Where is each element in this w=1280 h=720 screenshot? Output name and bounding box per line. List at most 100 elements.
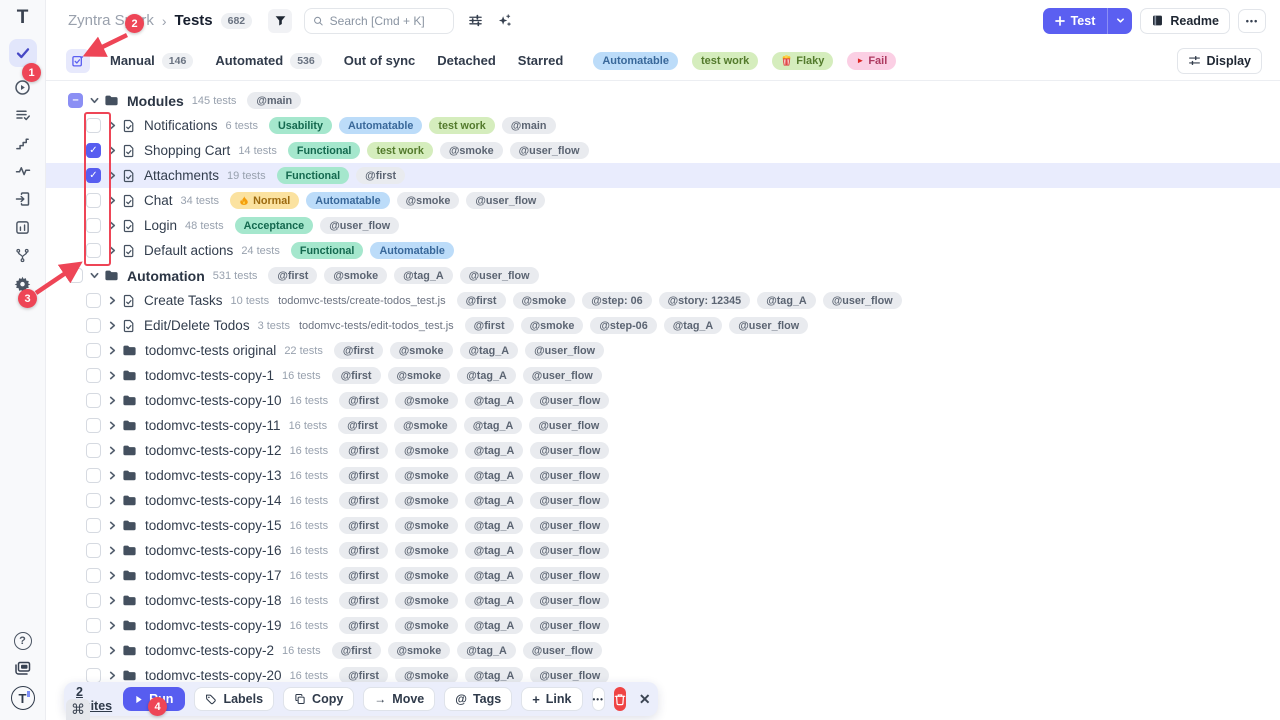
row-checkbox[interactable] (86, 518, 101, 533)
view-settings-button[interactable] (468, 13, 483, 28)
chip-automatable[interactable]: Automatable (593, 52, 678, 70)
chip-test-work[interactable]: test work (692, 52, 758, 70)
tree-row[interactable]: Automation531 tests@first@smoke@tag_A@us… (46, 263, 1280, 288)
tree-row[interactable]: todomvc-tests-copy-1116 tests@first@smok… (46, 413, 1280, 438)
chip-fail[interactable]: ►Fail (847, 52, 896, 70)
row-title[interactable]: Default actions (144, 243, 233, 258)
row-title[interactable]: Attachments (144, 168, 219, 183)
row-checkbox[interactable] (86, 493, 101, 508)
row-title[interactable]: todomvc-tests-copy-15 (145, 518, 282, 533)
sidebar-item-tests[interactable] (9, 39, 37, 67)
tree-row[interactable]: Notifications6 testsUsabilityAutomatable… (46, 113, 1280, 138)
row-title[interactable]: todomvc-tests-copy-20 (145, 668, 282, 683)
tree-row[interactable]: todomvc-tests-copy-1416 tests@first@smok… (46, 488, 1280, 513)
tags-button[interactable]: @Tags (444, 687, 512, 711)
row-checkbox[interactable] (86, 343, 101, 358)
tree-row[interactable]: Chat34 testsNormalAutomatable@smoke@user… (46, 188, 1280, 213)
run-button[interactable]: Run (123, 687, 185, 711)
sidebar-item-import[interactable] (9, 187, 37, 211)
tree-row[interactable]: –Modules145 tests@main (46, 88, 1280, 113)
chevron-right-icon[interactable] (104, 596, 120, 605)
sidebar-item-reports[interactable] (9, 215, 37, 239)
row-checkbox[interactable] (86, 368, 101, 383)
row-title[interactable]: todomvc-tests-copy-17 (145, 568, 282, 583)
row-title[interactable]: todomvc-tests-copy-14 (145, 493, 282, 508)
sidebar-item-pulse[interactable] (9, 159, 37, 183)
chevron-right-icon[interactable] (104, 446, 120, 455)
chevron-right-icon[interactable] (104, 646, 120, 655)
tree-row[interactable]: Create Tasks10 teststodomvc-tests/create… (46, 288, 1280, 313)
tree-row[interactable]: todomvc-tests-copy-1616 tests@first@smok… (46, 538, 1280, 563)
tree-row[interactable]: Login48 testsAcceptance@user_flow (46, 213, 1280, 238)
tree-row[interactable]: todomvc-tests-copy-1216 tests@first@smok… (46, 438, 1280, 463)
row-checkbox[interactable] (86, 443, 101, 458)
close-bar-button[interactable]: ✕ (635, 691, 655, 708)
tree-row[interactable]: todomvc-tests-copy-1316 tests@first@smok… (46, 463, 1280, 488)
search-input[interactable] (330, 14, 446, 28)
filter-item-manual[interactable]: Manual146 (110, 53, 193, 69)
row-checkbox[interactable] (86, 568, 101, 583)
chevron-right-icon[interactable] (104, 546, 120, 555)
sidebar-item-steps[interactable] (9, 131, 37, 155)
row-checkbox[interactable] (86, 543, 101, 558)
tree-row[interactable]: todomvc-tests-copy-1516 tests@first@smok… (46, 513, 1280, 538)
chevron-right-icon[interactable] (104, 621, 120, 630)
row-checkbox[interactable] (68, 268, 83, 283)
chevron-right-icon[interactable] (104, 671, 120, 680)
row-checkbox[interactable] (86, 293, 101, 308)
chevron-right-icon[interactable] (104, 371, 120, 380)
tree-row[interactable]: todomvc-tests-copy-216 tests@first@smoke… (46, 638, 1280, 663)
row-checkbox[interactable]: – (68, 93, 83, 108)
move-button[interactable]: →Move (363, 687, 435, 711)
row-checkbox[interactable] (86, 193, 101, 208)
sidebar-item-test-plans[interactable] (9, 103, 37, 127)
chip-flaky[interactable]: Flaky (772, 52, 833, 70)
row-checkbox[interactable] (86, 243, 101, 258)
chevron-right-icon[interactable] (104, 521, 120, 530)
row-checkbox[interactable] (86, 668, 101, 683)
labels-button[interactable]: Labels (194, 687, 274, 711)
tree-row[interactable]: todomvc-tests-copy-116 tests@first@smoke… (46, 363, 1280, 388)
help-icon[interactable]: ? (14, 632, 32, 650)
chevron-right-icon[interactable] (104, 471, 120, 480)
row-checkbox[interactable] (86, 318, 101, 333)
row-title[interactable]: Modules (127, 93, 184, 109)
chevron-right-icon[interactable] (104, 146, 120, 155)
tree-row[interactable]: Edit/Delete Todos3 teststodomvc-tests/ed… (46, 313, 1280, 338)
chevron-right-icon[interactable] (104, 246, 120, 255)
filter-item-automated[interactable]: Automated536 (215, 53, 321, 69)
chevron-right-icon[interactable] (104, 496, 120, 505)
chevron-down-icon[interactable] (86, 271, 102, 280)
new-test-dropdown[interactable] (1108, 8, 1132, 34)
row-checkbox[interactable] (86, 618, 101, 633)
readme-button[interactable]: Readme (1140, 8, 1230, 34)
chevron-right-icon[interactable] (104, 221, 120, 230)
delete-button[interactable] (614, 687, 626, 711)
bulk-edit-button[interactable] (66, 49, 90, 73)
row-title[interactable]: todomvc-tests-copy-16 (145, 543, 282, 558)
tree-row[interactable]: ✓Shopping Cart14 testsFunctionaltest wor… (46, 138, 1280, 163)
more-actions-button[interactable]: ••• (1238, 9, 1266, 33)
row-title[interactable]: todomvc-tests-copy-10 (145, 393, 282, 408)
row-checkbox[interactable] (86, 118, 101, 133)
row-title[interactable]: Notifications (144, 118, 218, 133)
chevron-right-icon[interactable] (104, 121, 120, 130)
row-checkbox[interactable] (86, 218, 101, 233)
projects-icon[interactable] (14, 660, 32, 676)
search-box[interactable] (304, 8, 454, 34)
row-title[interactable]: Shopping Cart (144, 143, 230, 158)
sidebar-item-runs[interactable] (9, 75, 37, 99)
row-title[interactable]: todomvc-tests original (145, 343, 276, 358)
chevron-down-icon[interactable] (86, 96, 102, 105)
tree-row[interactable]: todomvc-tests-copy-1916 tests@first@smok… (46, 613, 1280, 638)
filter-item-out-of-sync[interactable]: Out of sync (344, 53, 416, 69)
row-title[interactable]: Login (144, 218, 177, 233)
tree-row[interactable]: todomvc-tests-copy-1816 tests@first@smok… (46, 588, 1280, 613)
row-title[interactable]: Automation (127, 268, 205, 284)
filter-item-detached[interactable]: Detached (437, 53, 496, 69)
filter-item-starred[interactable]: Starred (518, 53, 564, 69)
bulk-more-button[interactable]: ••• (592, 687, 605, 711)
row-title[interactable]: Chat (144, 193, 173, 208)
row-checkbox[interactable]: ✓ (86, 168, 101, 183)
sidebar-item-branches[interactable] (9, 243, 37, 267)
